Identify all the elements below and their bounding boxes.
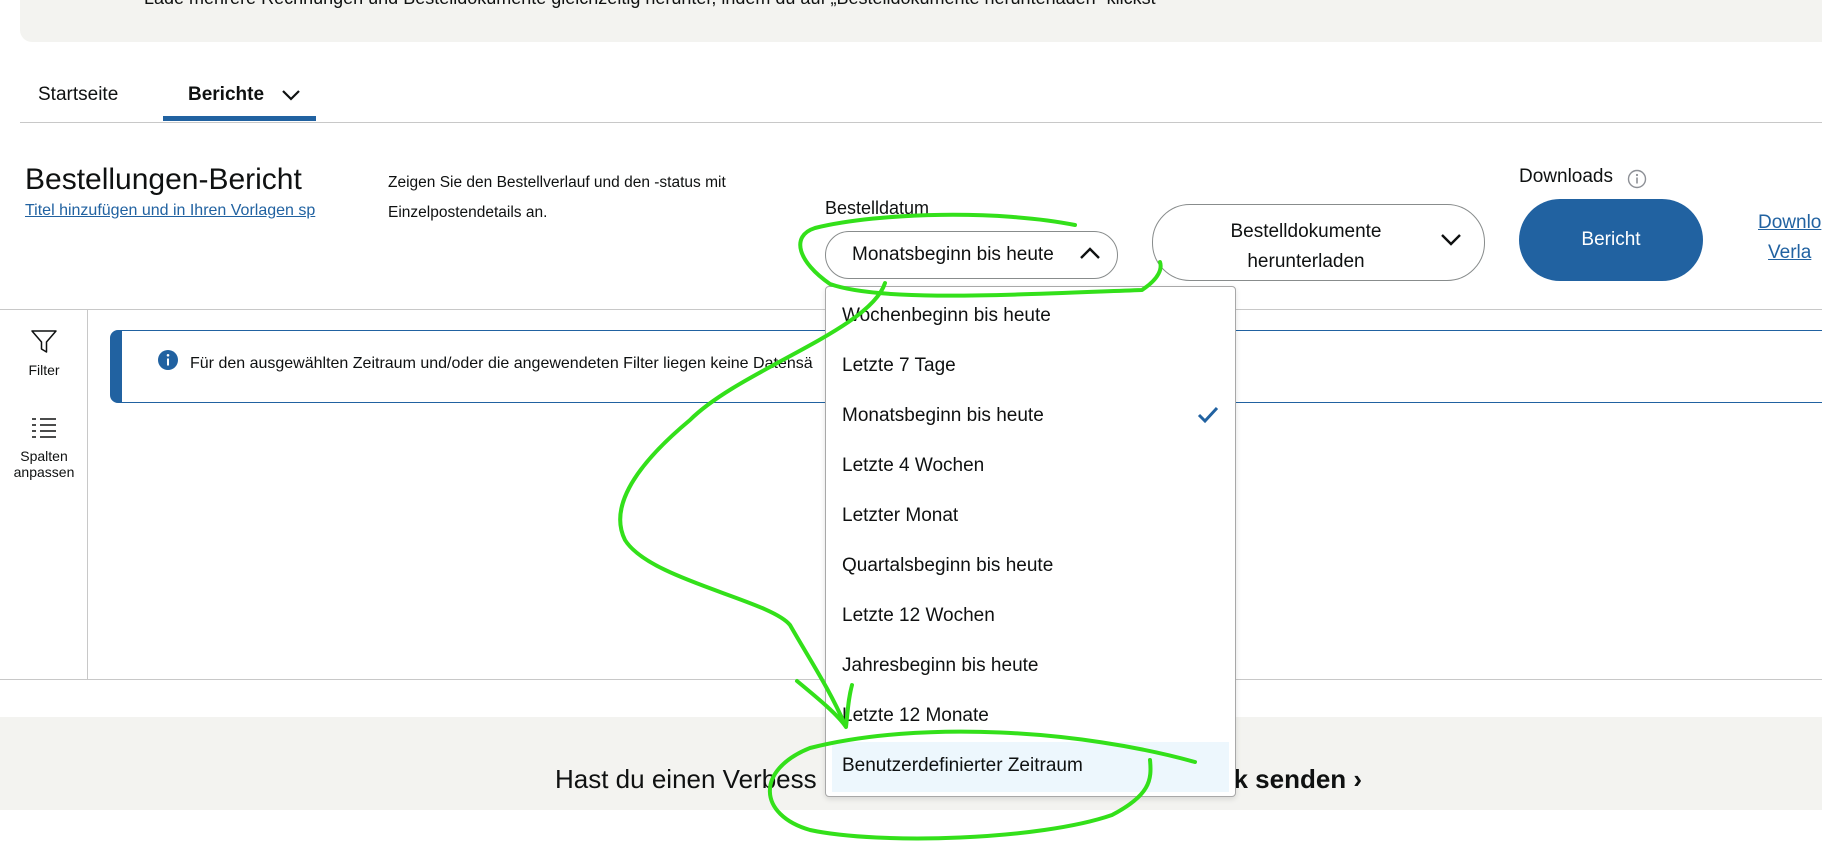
dropdown-option[interactable]: Letzte 12 Wochen bbox=[826, 592, 1235, 640]
chevron-down-icon bbox=[282, 90, 301, 101]
dropdown-option[interactable]: Letzte 4 Wochen bbox=[826, 442, 1235, 490]
info-banner: Lade mehrere Rechnungen und Bestelldokum… bbox=[20, 0, 1822, 42]
customize-columns-button[interactable]: Spalten anpassen bbox=[0, 416, 88, 480]
dropdown-option[interactable]: Letzte 12 Monate bbox=[826, 692, 1235, 740]
generate-line2: generieren bbox=[1565, 302, 1657, 323]
generate-report-button[interactable]: Bericht generieren bbox=[1519, 199, 1703, 323]
downloads-label: Downloads bbox=[1519, 166, 1613, 187]
order-date-label: Bestelldatum bbox=[825, 198, 930, 218]
order-date-select[interactable]: Monatsbeginn bis heute bbox=[825, 231, 1118, 279]
alert-text: Für den ausgewählten Zeitraum und/oder d… bbox=[190, 355, 813, 372]
report-description: Zeigen Sie den Bestellverlauf und den -s… bbox=[388, 174, 726, 221]
dropdown-option-custom-range[interactable]: Benutzerdefinierter Zeitraum bbox=[832, 742, 1229, 792]
banner-text: Lade mehrere Rechnungen und Bestelldokum… bbox=[144, 0, 1156, 9]
feedback-link[interactable]: ck senden › bbox=[1219, 764, 1362, 795]
tab-startseite[interactable]: Startseite bbox=[38, 84, 118, 106]
generate-line1: Bericht bbox=[1581, 229, 1641, 250]
add-title-link[interactable]: Titel hinzufügen und in Ihren Vorlagen s… bbox=[25, 202, 348, 220]
dropdown-option[interactable]: Wochenbeginn bis heute bbox=[826, 292, 1235, 340]
columns-icon bbox=[32, 418, 56, 438]
dropdown-option[interactable]: Jahresbeginn bis heute bbox=[826, 642, 1235, 690]
dropdown-option[interactable]: Letzte 7 Tage bbox=[826, 342, 1235, 390]
active-tab-indicator bbox=[163, 116, 316, 121]
dropdown-option-label: Monatsbeginn bis heute bbox=[842, 405, 1044, 426]
info-icon bbox=[158, 350, 178, 370]
docs-button-line2: herunterladen bbox=[1247, 251, 1365, 272]
dropdown-option-selected[interactable]: Monatsbeginn bis heute bbox=[826, 392, 1235, 440]
download-history-link[interactable]: Downlo Verla bbox=[1758, 208, 1821, 268]
download-link-line1: Downlo bbox=[1758, 212, 1822, 233]
chevron-up-icon bbox=[1080, 247, 1100, 259]
dropdown-option[interactable]: Quartalsbeginn bis heute bbox=[826, 542, 1235, 590]
checkmark-icon bbox=[1197, 406, 1219, 424]
columns-label-line2: anpassen bbox=[13, 464, 75, 480]
tab-bar: Startseite Berichte bbox=[20, 78, 1822, 123]
chevron-down-icon bbox=[1441, 234, 1461, 246]
order-date-dropdown: Wochenbeginn bis heute Letzte 7 Tage Mon… bbox=[825, 286, 1236, 797]
order-date-value: Monatsbeginn bis heute bbox=[852, 244, 1054, 265]
docs-button-line1: Bestelldokumente bbox=[1230, 221, 1382, 242]
page-title: Bestellungen-Bericht bbox=[25, 163, 302, 196]
tab-berichte-label: Berichte bbox=[188, 84, 265, 105]
info-icon[interactable] bbox=[1627, 169, 1647, 189]
columns-label-line1: Spalten bbox=[20, 448, 68, 464]
filter-label: Filter bbox=[28, 362, 60, 378]
download-link-line2: Verla bbox=[1768, 242, 1812, 263]
feedback-text: Hast du einen Verbess bbox=[555, 764, 817, 794]
filter-icon bbox=[31, 330, 57, 353]
tab-berichte[interactable]: Berichte bbox=[188, 84, 301, 106]
dropdown-option[interactable]: Letzter Monat bbox=[826, 492, 1235, 540]
download-order-documents-button[interactable]: Bestelldokumente herunterladen bbox=[1152, 204, 1485, 281]
filter-button[interactable]: Filter bbox=[0, 328, 88, 378]
